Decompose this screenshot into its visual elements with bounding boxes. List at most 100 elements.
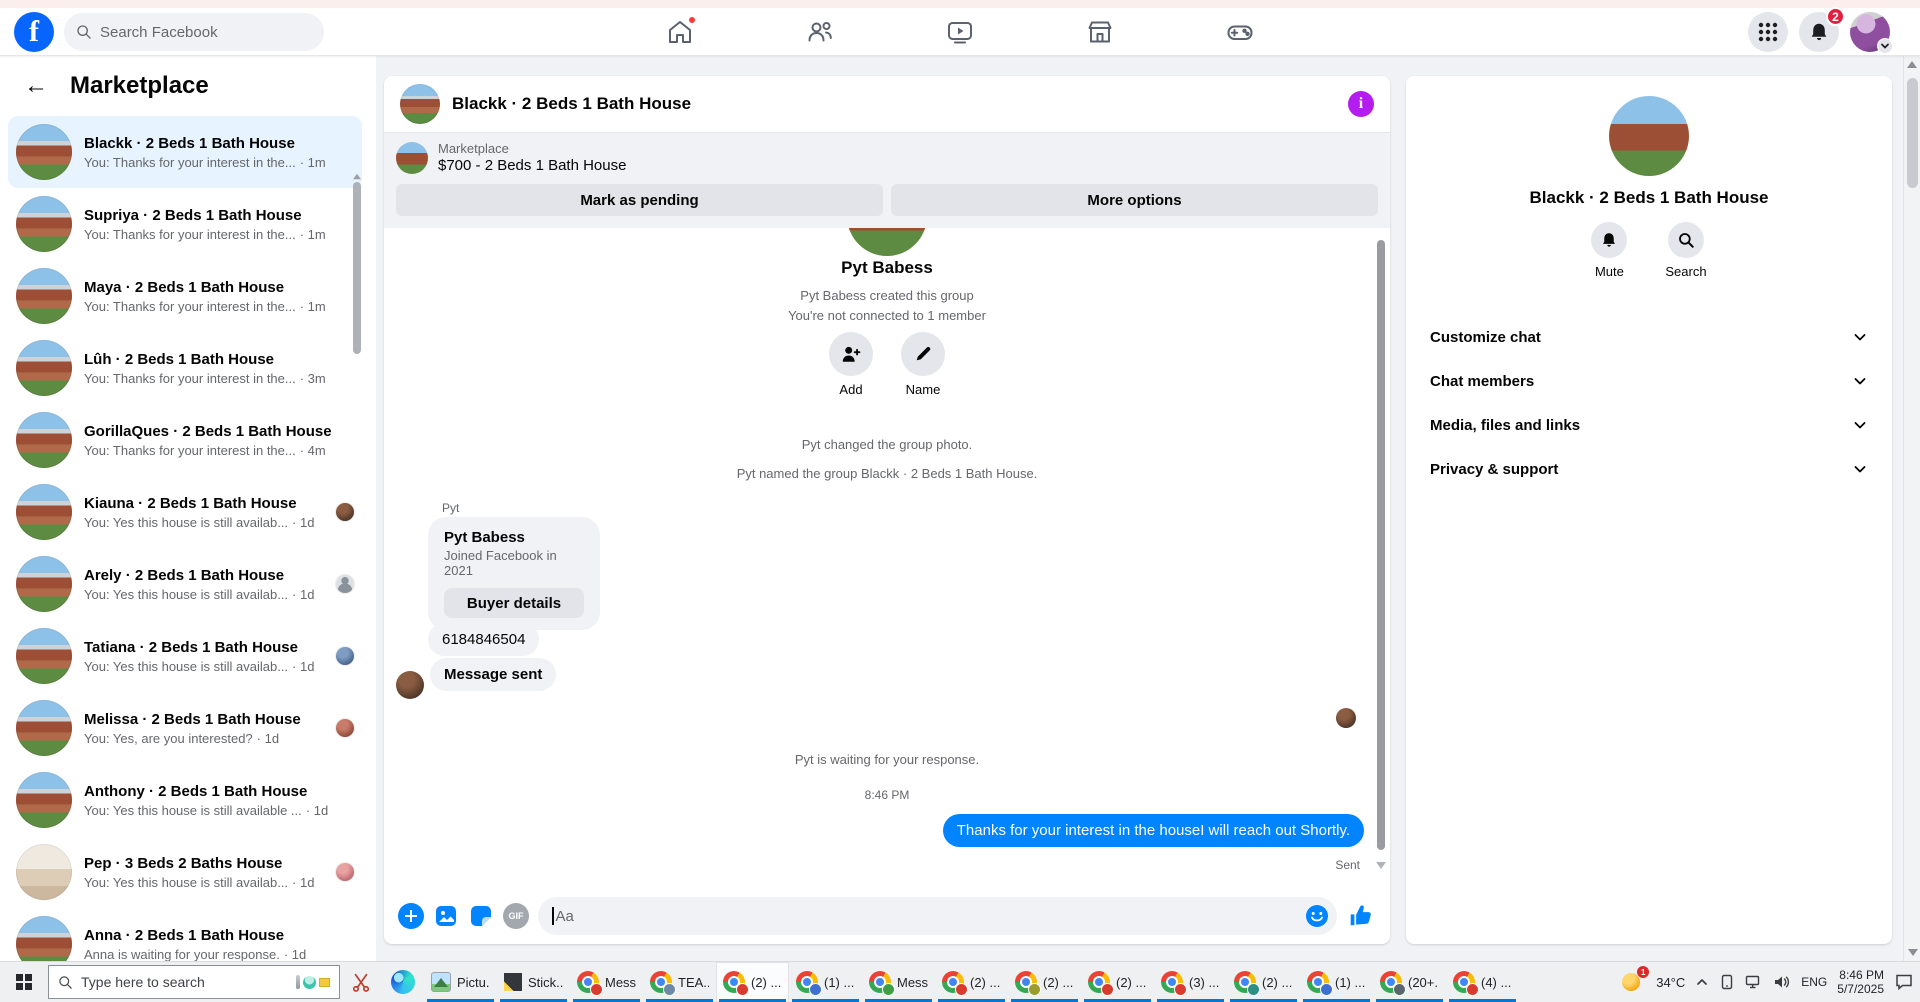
tab-home[interactable] [665, 15, 697, 47]
conversation-item[interactable]: Anna · 2 Beds 1 Bath House Anna is waiti… [8, 908, 362, 961]
conversation-item[interactable]: Anthony · 2 Beds 1 Bath House You: Yes t… [8, 764, 362, 836]
buyer-details-button[interactable]: Buyer details [444, 588, 584, 618]
emoji-picker-icon[interactable] [1305, 904, 1329, 928]
tab-friends[interactable] [805, 17, 835, 47]
facebook-search-input[interactable]: Search Facebook [64, 13, 324, 51]
conversation-item[interactable]: Lûh · 2 Beds 1 Bath House You: Thanks fo… [8, 332, 362, 404]
conversation-time: · 1m [299, 298, 326, 314]
section-chat-members[interactable]: Chat members [1422, 359, 1876, 403]
outgoing-message-bubble[interactable]: Thanks for your interest in the houseI w… [942, 814, 1364, 847]
facebook-logo-icon[interactable]: f [14, 12, 54, 52]
taskbar-button-chrome[interactable]: (2) ... [935, 962, 1008, 1002]
listing-info[interactable]: Marketplace $700 - 2 Beds 1 Bath House [396, 141, 1378, 174]
conversation-item[interactable]: Kiauna · 2 Beds 1 Bath House You: Yes th… [8, 476, 362, 548]
system-tray: 1 34°C ENG 8:46 PM 5/7/2025 [1620, 962, 1920, 1002]
action-center-icon[interactable] [1894, 973, 1914, 991]
attach-image-icon[interactable] [433, 903, 459, 929]
tray-device-icon[interactable] [1719, 974, 1735, 990]
message-scroll-area[interactable]: Pyt Babess Pyt Babess created this group… [384, 228, 1390, 888]
page-scrollbar[interactable] [1903, 56, 1920, 961]
tab-watch[interactable] [945, 17, 975, 47]
incoming-message-bubble[interactable]: 6184846504 [428, 623, 540, 656]
taskbar-button-chrome[interactable]: (2) ... [1081, 962, 1154, 1002]
scroll-up-arrow-icon[interactable] [1907, 61, 1917, 68]
message-input[interactable]: Aa [538, 897, 1337, 935]
open-more-actions-icon[interactable] [398, 903, 424, 929]
taskbar-button-chrome[interactable]: (20+... [1373, 962, 1446, 1002]
section-privacy-support[interactable]: Privacy & support [1422, 447, 1876, 491]
taskbar-button-chrome[interactable]: (1) ... [1300, 962, 1373, 1002]
house-avatar [16, 340, 72, 396]
conversation-item[interactable]: Tatiana · 2 Beds 1 Bath House You: Yes t… [8, 620, 362, 692]
gif-icon[interactable]: GIF [503, 903, 529, 929]
taskbar-button-photos[interactable]: Pictu... [424, 962, 497, 1002]
mark-as-pending-button[interactable]: Mark as pending [396, 184, 883, 216]
conversation-item[interactable]: Arely · 2 Beds 1 Bath House You: Yes thi… [8, 548, 362, 620]
more-options-button[interactable]: More options [891, 184, 1378, 216]
section-customize-chat[interactable]: Customize chat [1422, 315, 1876, 359]
back-arrow-icon[interactable]: ← [24, 74, 48, 98]
taskbar-button-chrome[interactable]: TEA... [643, 962, 716, 1002]
taskbar-button-chrome-active[interactable]: (2) ... [716, 962, 789, 1002]
weather-alert-badge: 1 [1637, 966, 1650, 978]
taskbar-button-chrome[interactable]: Mess... [570, 962, 643, 1002]
taskbar-button-chrome[interactable]: (2) ... [1227, 962, 1300, 1002]
sidebar-scroll-up-icon[interactable] [353, 173, 361, 180]
chat-scrollbar-thumb[interactable] [1377, 240, 1385, 850]
tray-expand-icon[interactable] [1695, 975, 1709, 989]
chevron-down-icon [1877, 38, 1893, 54]
taskbar-button-label: (2) ... [970, 974, 1001, 990]
start-button[interactable] [0, 962, 48, 1002]
search-icon [58, 975, 73, 990]
search-label: Search [1665, 264, 1707, 279]
conversation-item[interactable]: Maya · 2 Beds 1 Bath House You: Thanks f… [8, 260, 362, 332]
name-group-button[interactable]: Name [901, 332, 945, 397]
taskbar-button-label: (20+... [1408, 974, 1439, 990]
search-in-conversation-button[interactable]: Search [1665, 222, 1707, 279]
scroll-down-arrow-icon[interactable] [1907, 949, 1918, 956]
taskbar-button-sticky-notes[interactable]: Stick... [497, 962, 570, 1002]
clock[interactable]: 8:46 PM 5/7/2025 [1837, 968, 1884, 996]
profile-avatar[interactable] [1850, 12, 1893, 54]
taskbar-button-chrome[interactable]: Mess... [862, 962, 935, 1002]
chrome-icon [1453, 971, 1479, 996]
conversation-info-icon[interactable]: i [1348, 91, 1374, 117]
apps-menu-button[interactable] [1748, 12, 1788, 52]
buyer-joined: Joined Facebook in 2021 [444, 548, 557, 578]
conversation-item[interactable]: Pep · 3 Beds 2 Baths House You: Yes this… [8, 836, 362, 908]
house-interior-avatar [16, 844, 72, 900]
taskbar-search-input[interactable]: Type here to search [48, 965, 340, 999]
conversation-item[interactable]: Supriya · 2 Beds 1 Bath House You: Thank… [8, 188, 362, 260]
sidebar-scrollbar-thumb[interactable] [353, 182, 361, 354]
network-icon[interactable] [1745, 974, 1763, 990]
tab-gaming[interactable] [1225, 17, 1255, 47]
conversation-item[interactable]: GorillaQues · 2 Beds 1 Bath House You: T… [8, 404, 362, 476]
system-message: Pyt changed the group photo. [801, 437, 973, 452]
conversation-name: Pep · 3 Beds 2 Baths House [84, 854, 283, 872]
conversation-item[interactable]: Blackk · 2 Beds 1 Bath House You: Thanks… [8, 116, 362, 188]
tab-marketplace[interactable] [1085, 17, 1115, 47]
section-media-files-links[interactable]: Media, files and links [1422, 403, 1876, 447]
sidebar-header: ← Marketplace [0, 56, 376, 108]
chat-scroll-down-icon[interactable] [1376, 862, 1386, 869]
chat-header: Blackk · 2 Beds 1 Bath House i [384, 76, 1390, 133]
volume-icon[interactable] [1773, 974, 1791, 990]
snipping-tool-icon[interactable] [340, 962, 382, 1002]
edge-browser-icon[interactable] [382, 962, 424, 1002]
taskbar-button-chrome[interactable]: (4) ... [1446, 962, 1519, 1002]
conversation-name: Arely · 2 Beds 1 Bath House [84, 566, 285, 584]
like-thumb-icon[interactable] [1346, 901, 1376, 931]
weather-icon[interactable]: 1 [1620, 966, 1650, 994]
temperature[interactable]: 34°C [1656, 975, 1685, 990]
incoming-message-bubble[interactable]: Message sent [430, 658, 557, 691]
add-member-button[interactable]: Add [829, 332, 873, 397]
page-scrollbar-thumb[interactable] [1907, 78, 1918, 188]
taskbar-button-chrome[interactable]: (2) ... [1008, 962, 1081, 1002]
sticker-icon[interactable] [468, 903, 494, 929]
conversation-item[interactable]: Melissa · 2 Beds 1 Bath House You: Yes, … [8, 692, 362, 764]
taskbar-button-chrome[interactable]: (3) ... [1154, 962, 1227, 1002]
language-indicator[interactable]: ENG [1801, 975, 1827, 989]
notifications-button[interactable]: 2 [1799, 7, 1845, 52]
mute-button[interactable]: Mute [1591, 222, 1628, 279]
taskbar-button-chrome[interactable]: (1) ... [789, 962, 862, 1002]
